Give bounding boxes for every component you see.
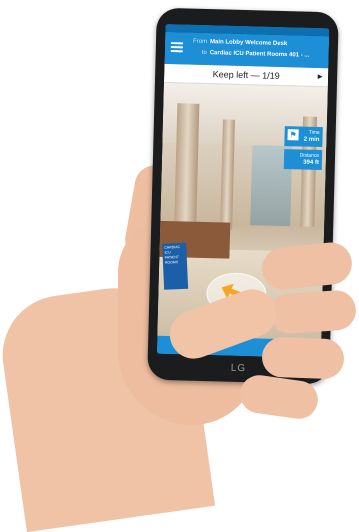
distance-box: Distance 394 ft (283, 149, 323, 171)
wall-sign: CARDIAC ICU PATIENT ROOMS (162, 242, 189, 290)
pillar (174, 103, 200, 234)
from-value: Main Lobby Welcome Desk (209, 39, 288, 48)
next-step-icon[interactable]: ► (316, 68, 324, 86)
route-to: to Cardiac ICU Patient Rooms 401 - ... (189, 48, 325, 63)
finger (268, 289, 358, 335)
route-summary: From Main Lobby Welcome Desk to Cardiac IC… (189, 37, 326, 63)
instruction-text: Keep left — 1/19 (212, 69, 280, 81)
route-header: From Main Lobby Welcome Desk to Cardiac IC… (164, 31, 330, 69)
trip-info-panel: ⚑ Time 2 min Distance 394 ft (283, 126, 323, 173)
to-value: Cardiac ICU Patient Rooms 401 - ... (209, 50, 310, 59)
to-label: to (201, 49, 207, 57)
pillar (220, 119, 235, 230)
from-label: From (192, 38, 208, 46)
finger (260, 240, 354, 292)
distance-value: 394 ft (303, 159, 319, 166)
time-value: 2 min (303, 136, 320, 143)
hamburger-menu-icon[interactable] (170, 42, 184, 53)
time-box: ⚑ Time 2 min (284, 126, 323, 148)
finish-flag-icon: ⚑ (287, 129, 299, 141)
finger (261, 336, 345, 380)
